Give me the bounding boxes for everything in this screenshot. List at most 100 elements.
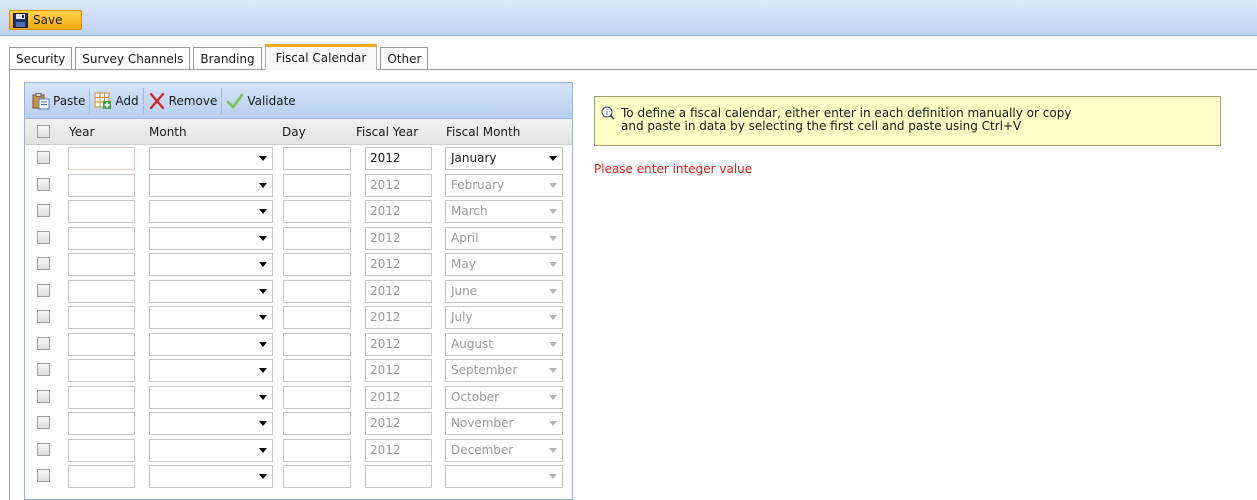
fiscal-month-select[interactable]: June: [445, 279, 563, 303]
fiscal-year-input[interactable]: 2012: [365, 279, 432, 303]
fiscal-year-input[interactable]: 2012: [365, 306, 432, 329]
day-input[interactable]: [283, 147, 351, 170]
validation-error-message: Please enter integer value: [594, 162, 753, 176]
day-input[interactable]: [283, 226, 351, 250]
year-input[interactable]: [68, 412, 135, 435]
fiscal-year-input[interactable]: [365, 465, 432, 488]
year-input[interactable]: [68, 306, 135, 329]
fiscal-month-select[interactable]: December: [445, 438, 563, 462]
day-input[interactable]: [283, 306, 351, 329]
fiscal-month-select[interactable]: April: [445, 226, 563, 250]
day-input[interactable]: [283, 359, 351, 382]
fiscal-month-select[interactable]: February: [445, 173, 563, 197]
column-header-fiscal-year[interactable]: Fiscal Year: [356, 119, 418, 145]
year-input[interactable]: [68, 359, 135, 382]
fiscal-month-value: December: [451, 442, 514, 457]
add-row-icon: [94, 92, 112, 110]
year-input[interactable]: [68, 226, 135, 250]
fiscal-year-input[interactable]: 2012: [365, 412, 432, 435]
year-input[interactable]: [68, 465, 135, 488]
fiscal-year-input[interactable]: 2012: [365, 173, 432, 197]
year-input[interactable]: [68, 173, 135, 197]
fiscal-year-input[interactable]: 2012: [365, 359, 432, 382]
save-button[interactable]: Save: [9, 10, 82, 30]
day-input[interactable]: [283, 465, 351, 488]
month-select[interactable]: [149, 385, 273, 409]
column-header-fiscal-month[interactable]: Fiscal Month: [446, 119, 520, 145]
row-checkbox[interactable]: [37, 151, 50, 164]
year-input[interactable]: [68, 438, 135, 462]
month-select[interactable]: [149, 412, 273, 435]
year-input[interactable]: [68, 332, 135, 356]
row-checkbox[interactable]: [37, 257, 50, 270]
month-select[interactable]: [149, 438, 273, 462]
tab-security[interactable]: Security: [9, 47, 73, 69]
paste-button[interactable]: Paste: [28, 87, 91, 114]
fiscal-year-input[interactable]: 2012: [365, 253, 432, 276]
fiscal-month-select[interactable]: March: [445, 200, 563, 223]
month-select[interactable]: [149, 359, 273, 382]
row-checkbox[interactable]: [37, 416, 50, 429]
fiscal-year-value: 2012: [370, 442, 401, 457]
month-select[interactable]: [149, 200, 273, 223]
day-input[interactable]: [283, 332, 351, 356]
tab-fiscal-calendar[interactable]: Fiscal Calendar: [264, 44, 378, 70]
fiscal-month-select[interactable]: May: [445, 253, 563, 276]
column-header-day[interactable]: Day: [282, 119, 306, 145]
column-header-year[interactable]: Year: [69, 119, 94, 145]
select-all-checkbox[interactable]: [37, 125, 50, 138]
row-checkbox[interactable]: [37, 442, 50, 456]
month-select[interactable]: [149, 279, 273, 303]
fiscal-month-select[interactable]: January: [445, 147, 563, 170]
month-select[interactable]: [149, 465, 273, 488]
year-input[interactable]: [68, 147, 135, 170]
day-input[interactable]: [283, 412, 351, 435]
tab-branding[interactable]: Branding: [193, 47, 262, 69]
row-checkbox[interactable]: [37, 204, 50, 217]
year-input[interactable]: [68, 279, 135, 303]
day-input[interactable]: [283, 438, 351, 462]
row-checkbox[interactable]: [37, 283, 50, 297]
day-input[interactable]: [283, 200, 351, 223]
fiscal-year-input[interactable]: 2012: [365, 438, 432, 462]
fiscal-year-input[interactable]: 2012: [365, 147, 432, 170]
panel-border: [9, 70, 10, 500]
day-input[interactable]: [283, 253, 351, 276]
month-select[interactable]: [149, 332, 273, 356]
tab-other[interactable]: Other: [380, 47, 429, 69]
fiscal-month-value: October: [451, 389, 500, 404]
year-input[interactable]: [68, 200, 135, 223]
row-checkbox[interactable]: [37, 336, 50, 350]
fiscal-month-select[interactable]: July: [445, 306, 563, 329]
fiscal-month-select[interactable]: November: [445, 412, 563, 435]
row-checkbox[interactable]: [37, 230, 50, 244]
column-header-month[interactable]: Month: [149, 119, 187, 145]
row-checkbox[interactable]: [37, 177, 50, 191]
year-input[interactable]: [68, 253, 135, 276]
fiscal-month-select[interactable]: September: [445, 359, 563, 382]
fiscal-year-input[interactable]: 2012: [365, 332, 432, 356]
month-select[interactable]: [149, 306, 273, 329]
add-row-button[interactable]: Add: [90, 87, 144, 114]
day-input[interactable]: [283, 173, 351, 197]
tab-survey-channels[interactable]: Survey Channels: [75, 47, 191, 69]
row-checkbox[interactable]: [37, 310, 50, 323]
fiscal-month-select[interactable]: August: [445, 332, 563, 356]
fiscal-year-input[interactable]: 2012: [365, 226, 432, 250]
remove-row-button[interactable]: Remove: [144, 87, 223, 114]
fiscal-month-select[interactable]: [445, 465, 563, 488]
day-input[interactable]: [283, 279, 351, 303]
validate-button[interactable]: Validate: [222, 88, 299, 114]
day-input[interactable]: [283, 385, 351, 409]
month-select[interactable]: [149, 226, 273, 250]
fiscal-month-select[interactable]: October: [445, 385, 563, 409]
month-select[interactable]: [149, 253, 273, 276]
fiscal-year-input[interactable]: 2012: [365, 385, 432, 409]
month-select[interactable]: [149, 147, 273, 170]
month-select[interactable]: [149, 173, 273, 197]
row-checkbox[interactable]: [37, 363, 50, 376]
fiscal-year-input[interactable]: 2012: [365, 200, 432, 223]
row-checkbox[interactable]: [37, 469, 50, 482]
year-input[interactable]: [68, 385, 135, 409]
row-checkbox[interactable]: [37, 389, 50, 403]
